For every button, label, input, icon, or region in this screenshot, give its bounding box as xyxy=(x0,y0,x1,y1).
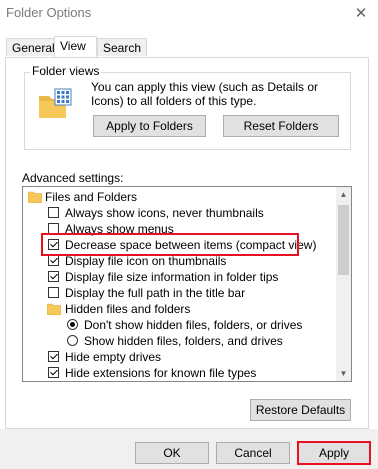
checkbox[interactable] xyxy=(48,207,59,218)
folder-views-legend: Folder views xyxy=(30,64,102,78)
reset-folders-button[interactable]: Reset Folders xyxy=(223,115,339,137)
window-title: Folder Options xyxy=(6,5,92,20)
scroll-down-arrow-icon[interactable]: ▼ xyxy=(336,366,351,381)
tree-label: Hide empty drives xyxy=(65,350,162,364)
tree-label: Hide extensions for known file types xyxy=(65,366,257,380)
close-icon[interactable]: ✕ xyxy=(350,3,372,25)
checkbox[interactable] xyxy=(48,255,59,266)
folder-views-icon xyxy=(39,88,72,118)
folder-icon xyxy=(47,303,61,315)
advanced-settings-label: Advanced settings: xyxy=(22,171,124,185)
tree-scrollbar[interactable]: ▲ ▼ xyxy=(336,187,351,381)
apply-button[interactable]: Apply xyxy=(297,441,371,465)
checkbox[interactable] xyxy=(48,367,59,378)
apply-to-folders-button[interactable]: Apply to Folders xyxy=(93,115,206,137)
checkbox[interactable] xyxy=(48,271,59,282)
tree-label: Display file icon on thumbnails xyxy=(65,254,227,268)
tab-general[interactable]: General xyxy=(6,38,61,56)
tree-label: Decrease space between items (compact vi… xyxy=(65,238,317,252)
tree-label: Hidden files and folders xyxy=(65,302,191,316)
tab-view[interactable]: View xyxy=(54,36,97,57)
tree-label: Don't show hidden files, folders, or dri… xyxy=(84,318,303,332)
folder-icon xyxy=(28,191,42,203)
checkbox[interactable] xyxy=(48,287,59,298)
tree-label: Show hidden files, folders, and drives xyxy=(84,334,283,348)
radio-button[interactable] xyxy=(67,335,78,346)
scrollbar-thumb[interactable] xyxy=(338,205,349,275)
tree-label: Display file size information in folder … xyxy=(65,270,279,284)
checkbox[interactable] xyxy=(48,351,59,362)
cancel-button[interactable]: Cancel xyxy=(216,442,290,464)
checkbox[interactable] xyxy=(48,239,59,250)
radio-button[interactable] xyxy=(67,319,78,330)
ok-button[interactable]: OK xyxy=(135,442,209,464)
folder-views-description: You can apply this view (such as Details… xyxy=(91,80,319,108)
tree-label: Display the full path in the title bar xyxy=(65,286,246,300)
dialog-footer: OK Cancel Apply xyxy=(0,429,378,469)
tree-label: Files and Folders xyxy=(45,190,138,204)
checkbox[interactable] xyxy=(48,223,59,234)
tab-search[interactable]: Search xyxy=(97,38,148,56)
restore-defaults-button[interactable]: Restore Defaults xyxy=(250,399,351,421)
advanced-settings-tree[interactable]: Files and Folders Always show icons, nev… xyxy=(22,186,352,382)
scroll-up-arrow-icon[interactable]: ▲ xyxy=(336,187,351,202)
tree-label: Always show menus xyxy=(65,222,174,236)
tree-label: Always show icons, never thumbnails xyxy=(65,206,264,220)
title-bar: Folder Options ✕ xyxy=(0,0,378,28)
